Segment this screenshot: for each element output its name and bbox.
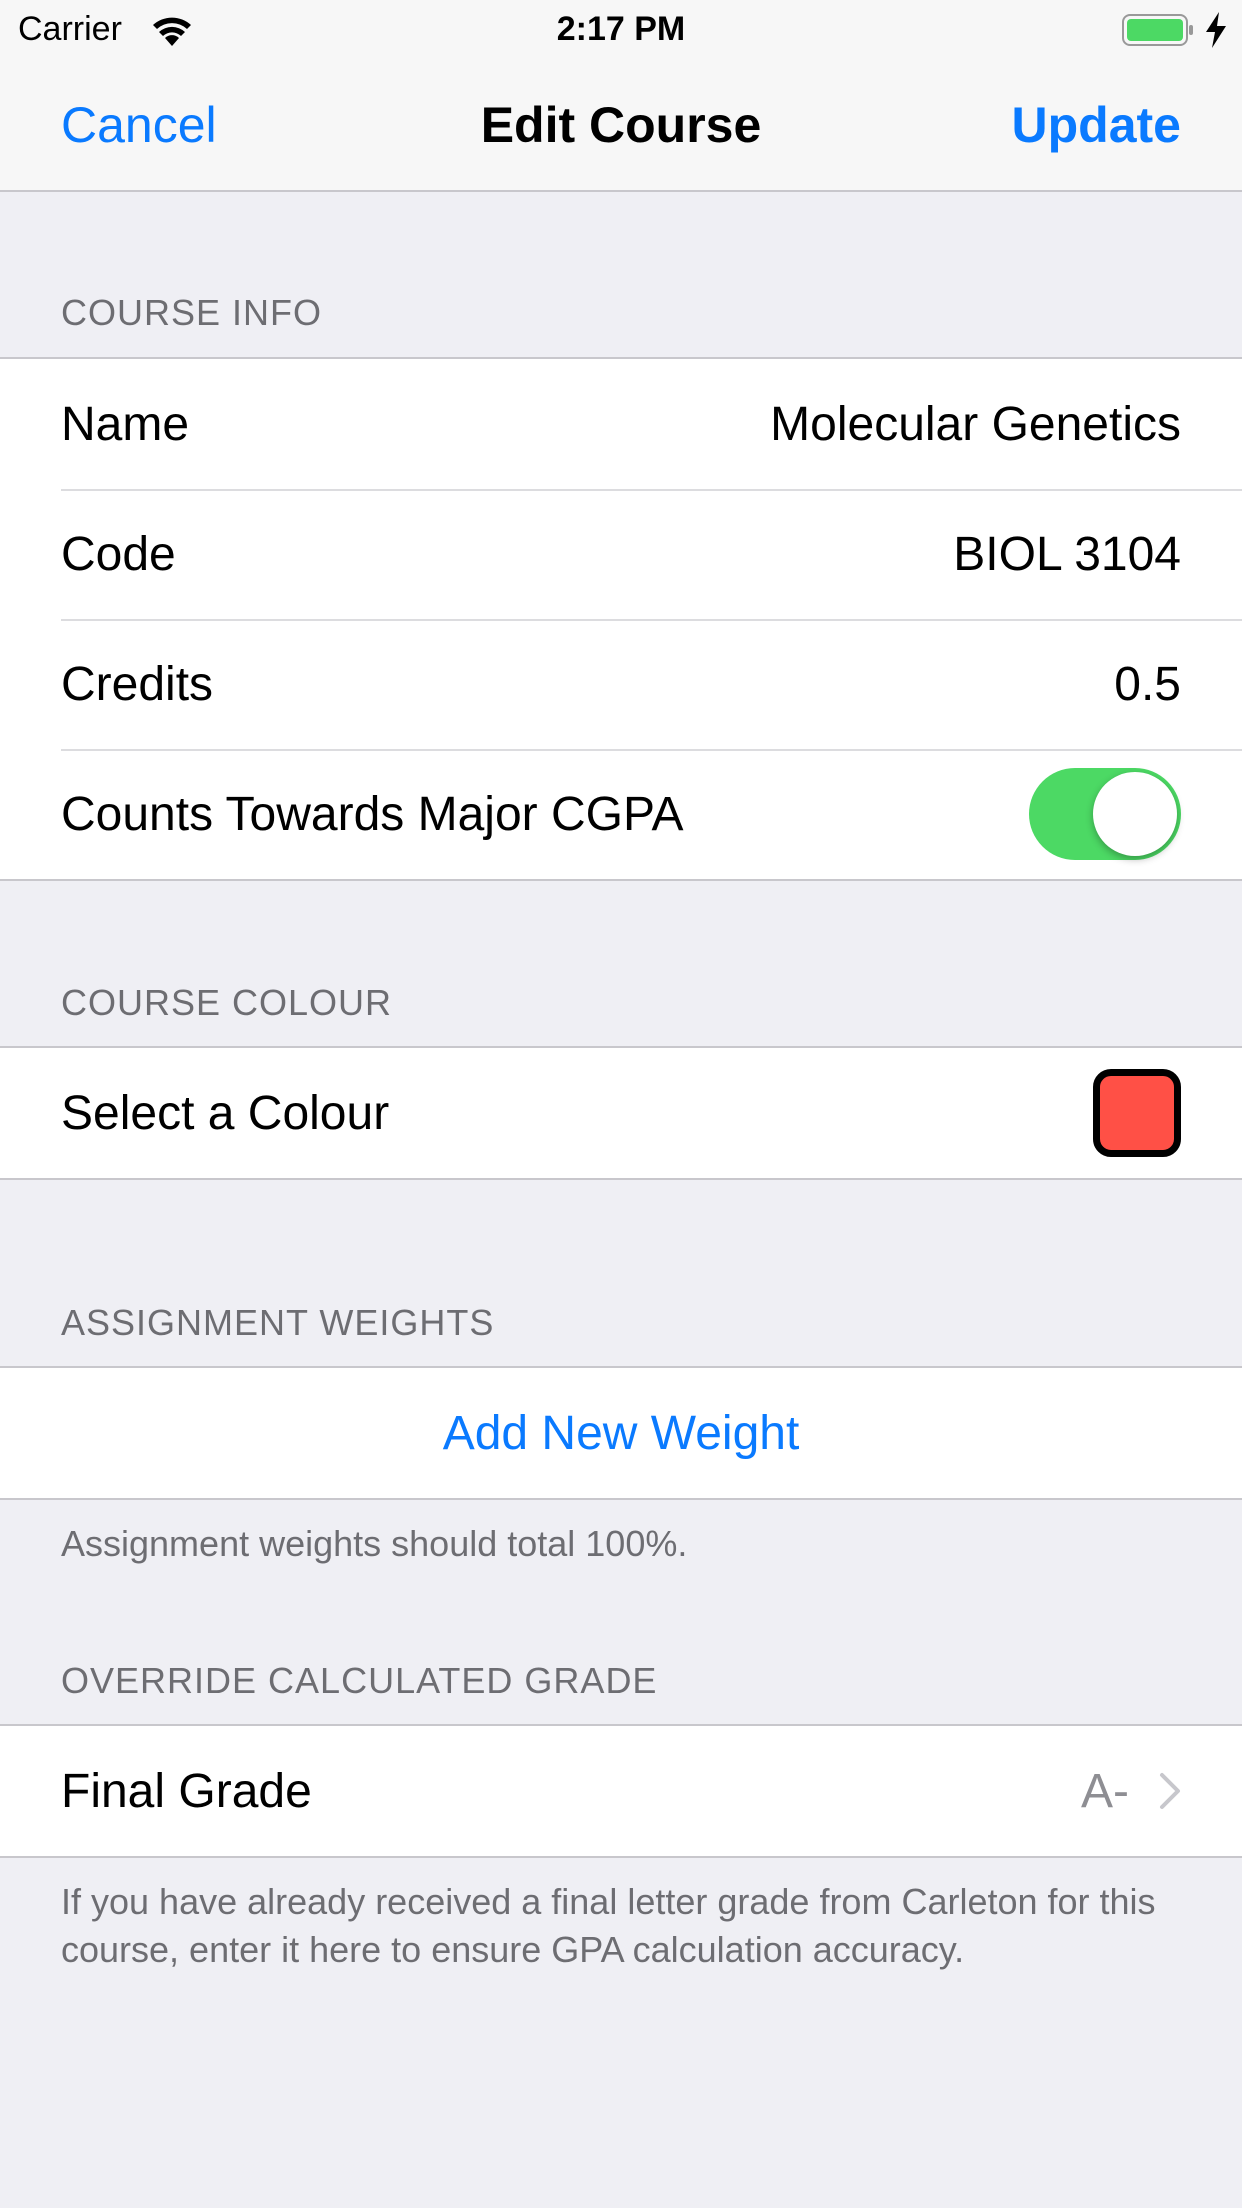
update-button[interactable]: Update: [1012, 96, 1181, 154]
select-colour-label: Select a Colour: [61, 1086, 390, 1140]
final-grade-value: A-: [1081, 1764, 1129, 1818]
navigation-bar: Cancel Edit Course Update: [0, 60, 1242, 192]
chevron-right-icon: [1160, 1773, 1180, 1809]
section-header-course-colour: COURSE COLOUR: [61, 982, 393, 1023]
status-bar: Carrier 2:17 PM: [0, 0, 1242, 60]
section-header-assignment-weights: ASSIGNMENT WEIGHTS: [61, 1302, 495, 1343]
course-info-group: Name Molecular Genetics Code BIOL 3104 C…: [0, 357, 1242, 881]
credits-row[interactable]: Credits 0.5: [0, 619, 1242, 749]
name-field[interactable]: Molecular Genetics: [770, 397, 1181, 452]
course-colour-group: Select a Colour: [0, 1046, 1242, 1180]
major-cgpa-label: Counts Towards Major CGPA: [61, 787, 684, 841]
name-label: Name: [61, 397, 190, 451]
battery-icon: [1122, 14, 1193, 46]
override-group: Final Grade A-: [0, 1724, 1242, 1858]
section-header-override-grade: OVERRIDE CALCULATED GRADE: [61, 1660, 658, 1701]
credits-label: Credits: [61, 657, 214, 711]
code-row[interactable]: Code BIOL 3104: [0, 489, 1242, 619]
assignment-weights-footer: Assignment weights should total 100%.: [61, 1523, 688, 1564]
add-new-weight-button[interactable]: Add New Weight: [0, 1368, 1242, 1498]
name-row[interactable]: Name Molecular Genetics: [0, 359, 1242, 489]
select-colour-row[interactable]: Select a Colour: [0, 1048, 1242, 1178]
code-label: Code: [61, 527, 176, 581]
final-grade-label: Final Grade: [61, 1764, 312, 1818]
code-field[interactable]: BIOL 3104: [953, 527, 1181, 582]
section-header-course-info: COURSE INFO: [61, 292, 323, 333]
override-footer: If you have already received a final let…: [61, 1881, 1156, 1970]
charging-bolt-icon: [1206, 12, 1226, 48]
colour-swatch[interactable]: [1093, 1069, 1181, 1157]
credits-field[interactable]: 0.5: [1114, 657, 1181, 712]
final-grade-row[interactable]: Final Grade A-: [0, 1726, 1242, 1856]
major-cgpa-toggle[interactable]: [1029, 768, 1181, 860]
status-time: 2:17 PM: [556, 10, 686, 48]
assignment-weights-group: Add New Weight: [0, 1366, 1242, 1500]
toggle-knob: [1093, 772, 1177, 856]
major-cgpa-row: Counts Towards Major CGPA: [0, 749, 1242, 879]
